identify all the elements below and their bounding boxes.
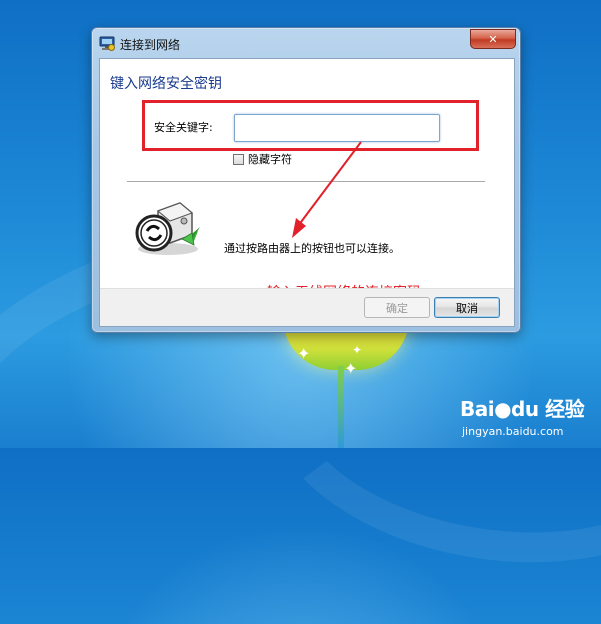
wallpaper-flower-stem <box>338 366 344 448</box>
router-button-icon <box>135 202 200 255</box>
close-button[interactable]: ✕ <box>470 29 516 49</box>
baidu-watermark: Bai●du 经验 jingyan.baidu.com <box>460 393 600 448</box>
watermark-url: jingyan.baidu.com <box>462 425 564 438</box>
cancel-button[interactable]: 取消 <box>434 297 500 318</box>
hide-characters-option[interactable]: 隐藏字符 <box>233 151 292 167</box>
router-hint-text: 通过按路由器上的按钮也可以连接。 <box>224 242 400 255</box>
close-icon: ✕ <box>488 32 498 46</box>
sparkle-icon: ✦ <box>297 344 311 363</box>
dialog-footer: 确定 取消 <box>100 288 514 326</box>
baidu-logo: Bai●du 经验 <box>460 397 585 421</box>
dialog-heading: 键入网络安全密钥 <box>110 76 222 92</box>
hide-characters-checkbox[interactable] <box>233 153 244 165</box>
sparkle-icon: ✦ <box>344 359 358 378</box>
security-key-label: 安全关键字: <box>154 121 213 134</box>
hide-characters-label: 隐藏字符 <box>248 153 292 166</box>
network-icon <box>99 36 115 51</box>
dialog-content: 键入网络安全密钥 安全关键字: 隐藏字符 通过按路由器上的按钮也可以连接。 输入… <box>99 58 515 327</box>
window-title: 连接到网络 <box>120 38 181 52</box>
title-bar[interactable]: 连接到网络 ✕ <box>92 28 520 58</box>
connect-to-network-window: 连接到网络 ✕ 键入网络安全密钥 安全关键字: 隐藏字符 通过按路由器上的按钮也… <box>91 27 521 333</box>
separator <box>127 181 485 182</box>
ok-button[interactable]: 确定 <box>364 297 430 318</box>
sparkle-icon: ✦ <box>352 343 363 357</box>
security-key-input[interactable] <box>234 114 440 142</box>
